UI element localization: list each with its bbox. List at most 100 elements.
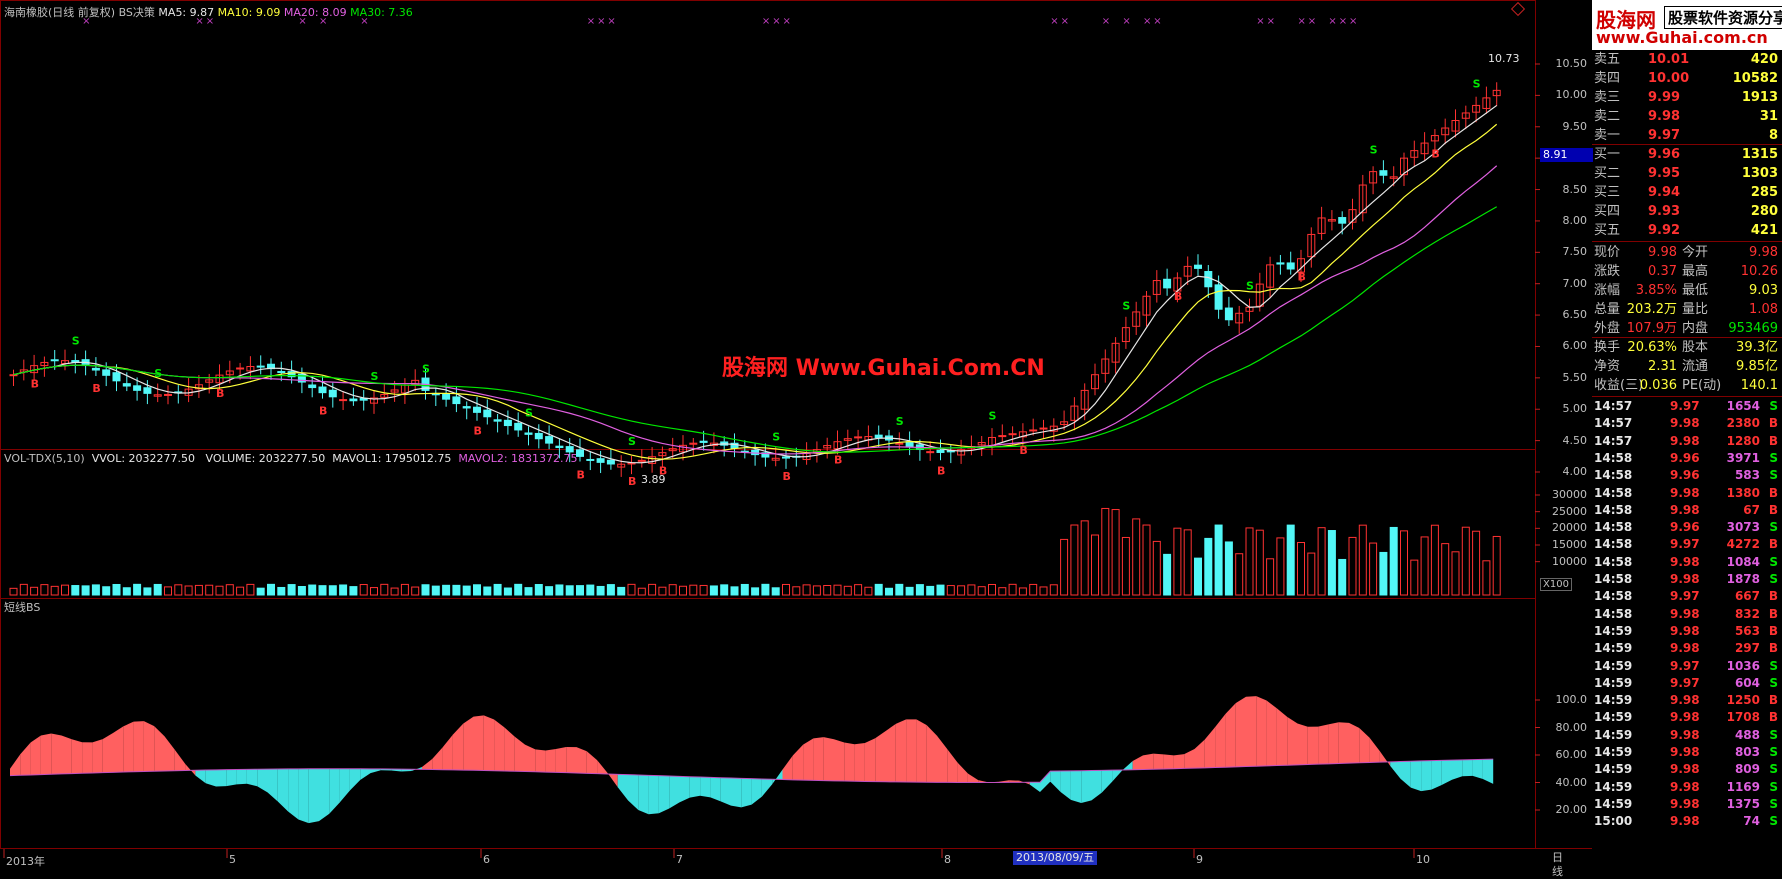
indicator-title: 短线BS xyxy=(4,601,41,614)
indicator-segment xyxy=(916,719,927,783)
volume-bar xyxy=(1492,535,1501,596)
volume-bar xyxy=(1451,551,1460,596)
tick-direction: B xyxy=(1768,502,1778,517)
indicator-segment xyxy=(648,775,659,815)
indicator-segment xyxy=(82,742,93,774)
indicator-segment xyxy=(40,733,52,775)
indicator-segment xyxy=(1421,760,1432,792)
tick-time: 14:58 xyxy=(1594,520,1633,535)
tick-volume: 1380 xyxy=(1726,485,1760,500)
volume-bar xyxy=(133,583,142,596)
volume-bar xyxy=(370,587,378,596)
top-marker: × xyxy=(1328,16,1336,27)
indicator-segment xyxy=(1184,748,1195,769)
indicator-axis-label: 40.00 xyxy=(1555,775,1588,789)
tick-direction: B xyxy=(1768,606,1778,621)
volume-bar xyxy=(1245,527,1254,596)
indicator-segment xyxy=(216,769,227,787)
ma-labels: MA5: 9.87 MA10: 9.09 MA20: 8.09 MA30: 7.… xyxy=(158,6,412,19)
indicator-segment xyxy=(1452,759,1463,780)
candle-body xyxy=(637,459,646,462)
kline-chart-svg[interactable]: SS SSSS SS SSSSSB B BBBBBB BBBBBBB× × × × × × × × × × × ×… xyxy=(0,0,1592,869)
quote-value: 953469 xyxy=(1728,321,1778,336)
volume-bar xyxy=(421,584,430,596)
tick-time: 14:59 xyxy=(1594,727,1633,742)
tick-direction: S xyxy=(1769,745,1778,759)
price-axis-label: 5.50 xyxy=(1562,370,1588,384)
quote-label: 净资 xyxy=(1594,359,1621,374)
candle-body xyxy=(1338,217,1347,224)
tick-price: 9.97 xyxy=(1670,537,1700,552)
tick-price: 9.96 xyxy=(1670,468,1700,483)
candle-body xyxy=(236,367,245,370)
indicator-segment xyxy=(1050,770,1061,792)
chart-area[interactable]: S S S S S S S S S S S S S B B B B B B B B B B B B B B B × × × × × × × × × × × ×… xyxy=(0,0,1593,878)
candle-body xyxy=(473,406,481,413)
order-volume: 421 xyxy=(1750,223,1778,238)
volume-bar xyxy=(112,583,121,596)
volume-bar xyxy=(1091,534,1099,596)
order-book-row: 买一 9.96 1315 xyxy=(1592,145,1782,164)
quote-label: 最高 xyxy=(1682,264,1709,279)
candle-body xyxy=(895,442,904,445)
volume-bars xyxy=(9,507,1501,596)
order-price: 9.92 xyxy=(1648,223,1681,238)
brand-banner[interactable]: 股海网 股票软件资源分享 www.Guhai.com.cn xyxy=(1592,0,1782,50)
tick-row: 14:59 9.98 809 S xyxy=(1592,761,1782,778)
price-axis-label: 9.50 xyxy=(1562,119,1588,133)
volume-bar xyxy=(514,583,523,596)
indicator-segment xyxy=(864,738,876,782)
order-volume: 31 xyxy=(1759,109,1778,124)
tick-volume: 583 xyxy=(1734,468,1760,483)
tick-row: 14:59 9.98 488 S xyxy=(1592,727,1782,744)
tick-volume: 1084 xyxy=(1726,554,1760,569)
candle-body xyxy=(483,409,492,418)
volume-bar xyxy=(339,584,348,596)
order-level: 卖四 xyxy=(1594,71,1621,86)
order-level: 买四 xyxy=(1594,204,1621,219)
volume-bar xyxy=(998,587,1007,596)
indicator-segment xyxy=(1390,761,1401,779)
candle-body xyxy=(1163,278,1172,289)
tick-price: 9.98 xyxy=(1670,762,1700,777)
tick-price: 9.98 xyxy=(1670,433,1700,448)
indicator-segment xyxy=(1122,760,1133,771)
indicator-segment xyxy=(1369,737,1380,763)
volume-bar xyxy=(668,584,677,596)
tick-row: 14:58 9.96 583 S xyxy=(1592,467,1782,484)
indicator-segment xyxy=(926,725,937,783)
candle-body xyxy=(1194,264,1202,269)
volume-unit: X100 xyxy=(1540,578,1572,591)
order-volume: 1303 xyxy=(1741,166,1778,181)
indicator-segment xyxy=(422,758,433,770)
candle-body xyxy=(328,389,337,398)
tick-volume: 1878 xyxy=(1726,572,1760,586)
volume-indicator-name: VOL-TDX(5,10) xyxy=(4,452,85,465)
period-label[interactable]: 日线 xyxy=(1552,851,1563,879)
volume-bar xyxy=(1132,518,1141,596)
tick-direction: B xyxy=(1768,416,1778,431)
indicator-segment xyxy=(638,774,649,815)
volume-bar xyxy=(215,585,224,596)
quote-label: 总量 xyxy=(1594,302,1621,317)
quote-value: 9.85亿 xyxy=(1736,359,1778,374)
tick-time: 14:59 xyxy=(1594,762,1633,777)
tick-time: 14:59 xyxy=(1594,710,1633,725)
indicator-segment xyxy=(751,778,762,805)
volume-bar xyxy=(1400,530,1408,596)
indicator-segment xyxy=(257,769,268,793)
date-label: 10 xyxy=(1416,853,1430,866)
order-price: 9.98 xyxy=(1648,109,1681,124)
order-price: 9.95 xyxy=(1648,166,1681,181)
candle-body xyxy=(277,371,286,374)
volume-bar xyxy=(833,584,842,596)
volume-bar xyxy=(493,583,502,596)
signal-markers: SS SSSS SS SSSSSB B BBBBBB BBBBBBB xyxy=(31,77,1481,488)
order-level: 卖二 xyxy=(1594,109,1621,124)
tick-time: 14:57 xyxy=(1594,399,1633,413)
tick-volume: 2380 xyxy=(1726,416,1760,431)
tick-price: 9.98 xyxy=(1670,641,1700,656)
indicator-segment xyxy=(1410,760,1422,792)
volume-bar xyxy=(740,583,749,596)
candle-body xyxy=(905,441,914,448)
